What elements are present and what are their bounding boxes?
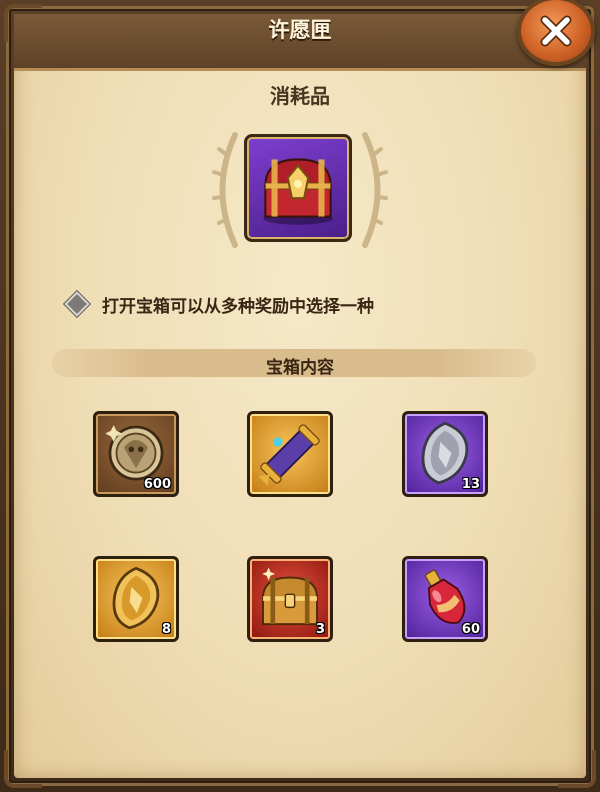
item-count: 8	[161, 622, 171, 637]
reward-item-gold-shard[interactable]: 8	[93, 556, 179, 642]
reward-item-scroll[interactable]	[247, 411, 333, 497]
corner-ornament	[4, 4, 42, 42]
description-text: 打开宝箱可以从多种奖励中选择一种	[102, 296, 374, 317]
wish-chest-icon	[244, 134, 352, 242]
reward-item-medallion[interactable]: 600	[93, 411, 179, 497]
section-title: 宝箱内容	[266, 358, 334, 378]
corner-ornament	[4, 750, 42, 788]
item-category-label: 消耗品	[270, 84, 330, 108]
item-count: 600	[143, 477, 171, 492]
description-row: 打开宝箱可以从多种奖励中选择一种	[64, 290, 548, 318]
item-count: 13	[461, 477, 480, 492]
reward-item-silver-shard[interactable]: 13	[402, 411, 488, 497]
corner-ornament	[558, 750, 596, 788]
diamond-bullet-icon	[64, 291, 90, 317]
item-count: 60	[461, 622, 480, 637]
dialog-title: 许愿匣	[268, 18, 332, 42]
reward-item-treasure-chest[interactable]: 3	[247, 556, 333, 642]
scroll-icon	[258, 424, 320, 486]
close-icon	[540, 15, 572, 47]
reward-item-potion[interactable]: 60	[402, 556, 488, 642]
item-count: 3	[315, 622, 325, 637]
